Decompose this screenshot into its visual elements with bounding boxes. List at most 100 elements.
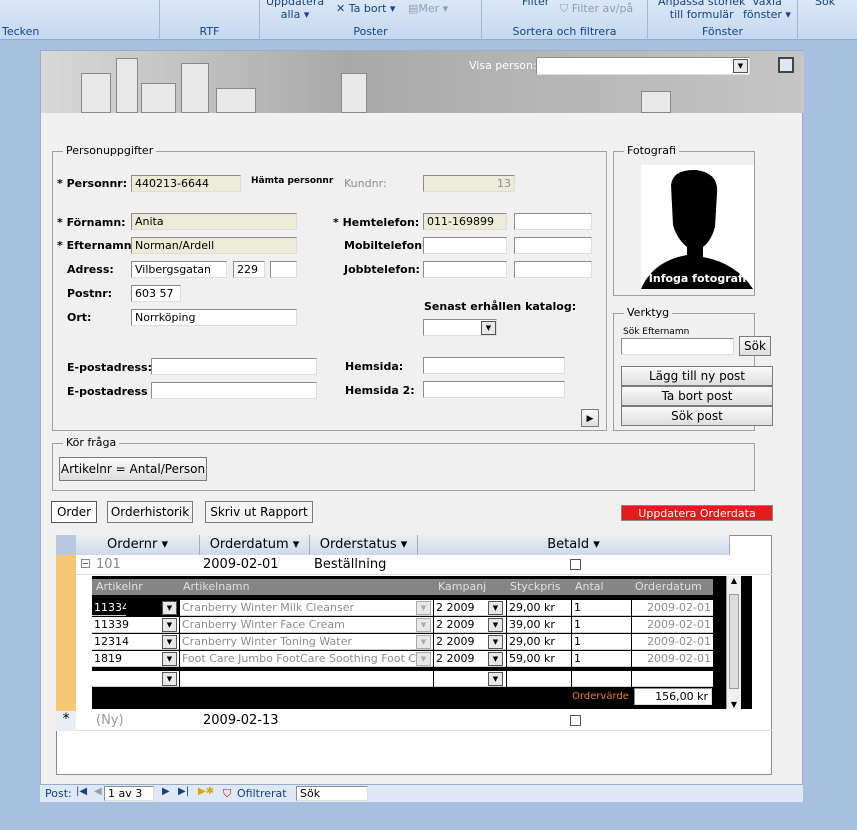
kampanj-dropdown[interactable]: ▼ (488, 635, 503, 649)
delete-record-button[interactable]: ✕ Ta bort ▾ (336, 2, 395, 15)
tab-order[interactable]: Order (51, 501, 97, 523)
sub-datum-cell[interactable]: 2009-02-01 (632, 651, 713, 667)
sub-pris-cell[interactable]: 59,00 kr (507, 651, 571, 667)
adress-letter-field[interactable] (270, 261, 297, 278)
artikelnr-dropdown[interactable]: ▼ (162, 601, 177, 615)
toggle-filter-button[interactable]: ⛉ Filter av/på (560, 2, 633, 16)
find-button[interactable]: Sök (815, 0, 835, 8)
filter-button[interactable]: Filter (522, 0, 549, 8)
sub-antal-cell[interactable]: 1 (572, 634, 631, 650)
adress-field[interactable]: Vilbergsgatan (131, 261, 227, 278)
last-record-icon[interactable]: ▶| (178, 786, 189, 797)
epost2-field[interactable] (151, 382, 317, 399)
sub-datum-cell[interactable]: 2009-02-01 (632, 600, 713, 616)
adress-number-field[interactable]: 229 (233, 261, 265, 278)
orderdatum-cell[interactable]: 2009-02-01 (203, 557, 279, 572)
previous-record-icon[interactable]: ◀ (94, 786, 102, 797)
scroll-up-icon[interactable]: ▲ (727, 576, 741, 585)
katalog-dropdown[interactable]: ▼ (481, 321, 496, 335)
kampanj-dropdown[interactable]: ▼ (488, 601, 503, 615)
search-record-button[interactable]: Sök post (621, 406, 773, 426)
sub-namn-cell[interactable]: Foot Care Jumbo FootCare Soothing Foot C… (180, 651, 433, 667)
subform-scrollbar[interactable]: ▲ ▼ (726, 576, 741, 709)
next-record-icon[interactable]: ▶ (162, 786, 170, 797)
kampanj-dropdown[interactable]: ▼ (488, 618, 503, 632)
collapse-icon[interactable]: − (81, 559, 90, 568)
photo-placeholder[interactable]: Infoga fotografi (641, 165, 754, 289)
personnr-field[interactable]: 440213-6644 (131, 175, 241, 192)
new-antal-cell[interactable] (572, 671, 631, 687)
col-ordernr[interactable]: Ordernr ▾ (76, 535, 200, 555)
new-artikelnamn-cell[interactable] (180, 671, 433, 687)
hemsida2-field[interactable] (423, 381, 565, 398)
add-record-button[interactable]: Lägg till ny post (621, 366, 773, 386)
epost-field[interactable] (151, 358, 317, 375)
artikelnr-dropdown[interactable]: ▼ (162, 618, 177, 632)
hemsida-field[interactable] (423, 357, 565, 374)
new-orderdatum-cell[interactable] (632, 671, 713, 687)
maximize-icon[interactable] (778, 57, 794, 73)
scroll-down-icon[interactable]: ▼ (727, 700, 741, 709)
sub-pris-cell[interactable]: 39,00 kr (507, 617, 571, 633)
sub-antal-cell[interactable]: 1 (572, 600, 631, 616)
nav-search-field[interactable]: Sök (296, 786, 368, 801)
sub-namn-cell[interactable]: Cranberry Winter Milk Cleanser (180, 600, 433, 616)
artikelnamn-dropdown[interactable]: ▼ (416, 601, 431, 615)
print-report-button[interactable]: Skriv ut Rapport (205, 501, 313, 523)
orderstatus-cell[interactable]: Beställning (314, 557, 386, 572)
switch-windows-button[interactable]: Växla fönster ▾ (743, 0, 791, 21)
row-selector-current[interactable] (56, 555, 76, 711)
new-orderdatum-cell[interactable]: 2009-02-13 (203, 713, 279, 728)
col-orderstatus[interactable]: Orderstatus ▾ (310, 535, 418, 555)
artikelnamn-dropdown[interactable]: ▼ (416, 635, 431, 649)
record-position-field[interactable]: 1 av 3 (104, 786, 154, 801)
next-arrow-button[interactable]: ▶ (581, 409, 599, 427)
select-all-corner[interactable] (56, 535, 76, 555)
delete-record-button-form[interactable]: Ta bort post (621, 386, 773, 406)
fornamn-field[interactable]: Anita (131, 213, 297, 230)
efternamn-field[interactable]: Norman/Ardell (131, 237, 297, 254)
sub-pris-cell[interactable]: 29,00 kr (507, 634, 571, 650)
col-betald[interactable]: Betald ▾ (418, 535, 730, 555)
artikelnamn-dropdown[interactable]: ▼ (416, 618, 431, 632)
new-betald-checkbox[interactable] (570, 715, 581, 726)
new-kampanj-dropdown[interactable]: ▼ (488, 672, 503, 686)
unfiltered-label[interactable]: Ofiltrerat (237, 787, 287, 800)
sub-antal-cell[interactable]: 1 (572, 617, 631, 633)
new-artikelnr-dropdown[interactable]: ▼ (162, 672, 177, 686)
new-styckpris-cell[interactable] (507, 671, 571, 687)
new-record-icon[interactable]: ▶✱ (198, 786, 214, 797)
search-lastname-field[interactable] (621, 338, 734, 355)
hemtelefon-2-field[interactable] (514, 213, 592, 230)
sub-antal-cell[interactable]: 1 (572, 651, 631, 667)
sub-pris-cell[interactable]: 29,00 kr (507, 600, 571, 616)
betald-checkbox[interactable] (570, 559, 581, 570)
jobbtelefon-2-field[interactable] (514, 261, 592, 278)
show-person-select[interactable] (536, 57, 750, 75)
artikelnamn-dropdown[interactable]: ▼ (416, 652, 431, 666)
refresh-all-button[interactable]: Uppdatera alla ▾ (266, 0, 324, 21)
new-row-selector[interactable]: * (56, 711, 76, 731)
artikelnr-dropdown[interactable]: ▼ (162, 635, 177, 649)
mobiltelefon-2-field[interactable] (514, 237, 592, 254)
new-ordernr-cell[interactable]: (Ny) (96, 713, 124, 728)
mobiltelefon-field[interactable] (423, 237, 507, 254)
update-order-button[interactable]: Uppdatera Orderdata (621, 505, 773, 521)
jobbtelefon-field[interactable] (423, 261, 507, 278)
sub-datum-cell[interactable]: 2009-02-01 (632, 634, 713, 650)
sub-namn-cell[interactable]: Cranberry Winter Face Cream (180, 617, 433, 633)
kampanj-dropdown[interactable]: ▼ (488, 652, 503, 666)
sub-datum-cell[interactable]: 2009-02-01 (632, 617, 713, 633)
more-button[interactable]: ▤Mer ▾ (408, 2, 448, 15)
col-orderdatum[interactable]: Orderdatum ▾ (200, 535, 310, 555)
tab-orderhistorik[interactable]: Orderhistorik (107, 501, 193, 523)
run-query-button[interactable]: Artikelnr = Antal/Person (59, 457, 207, 481)
hemtelefon-field[interactable]: 011-169899 (423, 213, 507, 230)
scroll-thumb[interactable] (729, 594, 739, 689)
show-person-dropdown[interactable]: ▼ (733, 59, 748, 73)
fetch-personnr-button[interactable]: Hämta personnr (251, 176, 333, 186)
sub-nr-cell[interactable]: 11334 (92, 600, 126, 616)
fit-to-form-button[interactable]: Anpassa storlek till formulär (658, 0, 745, 21)
ort-field[interactable]: Norrköping (131, 309, 297, 326)
postnr-field[interactable]: 603 57 (131, 285, 181, 302)
